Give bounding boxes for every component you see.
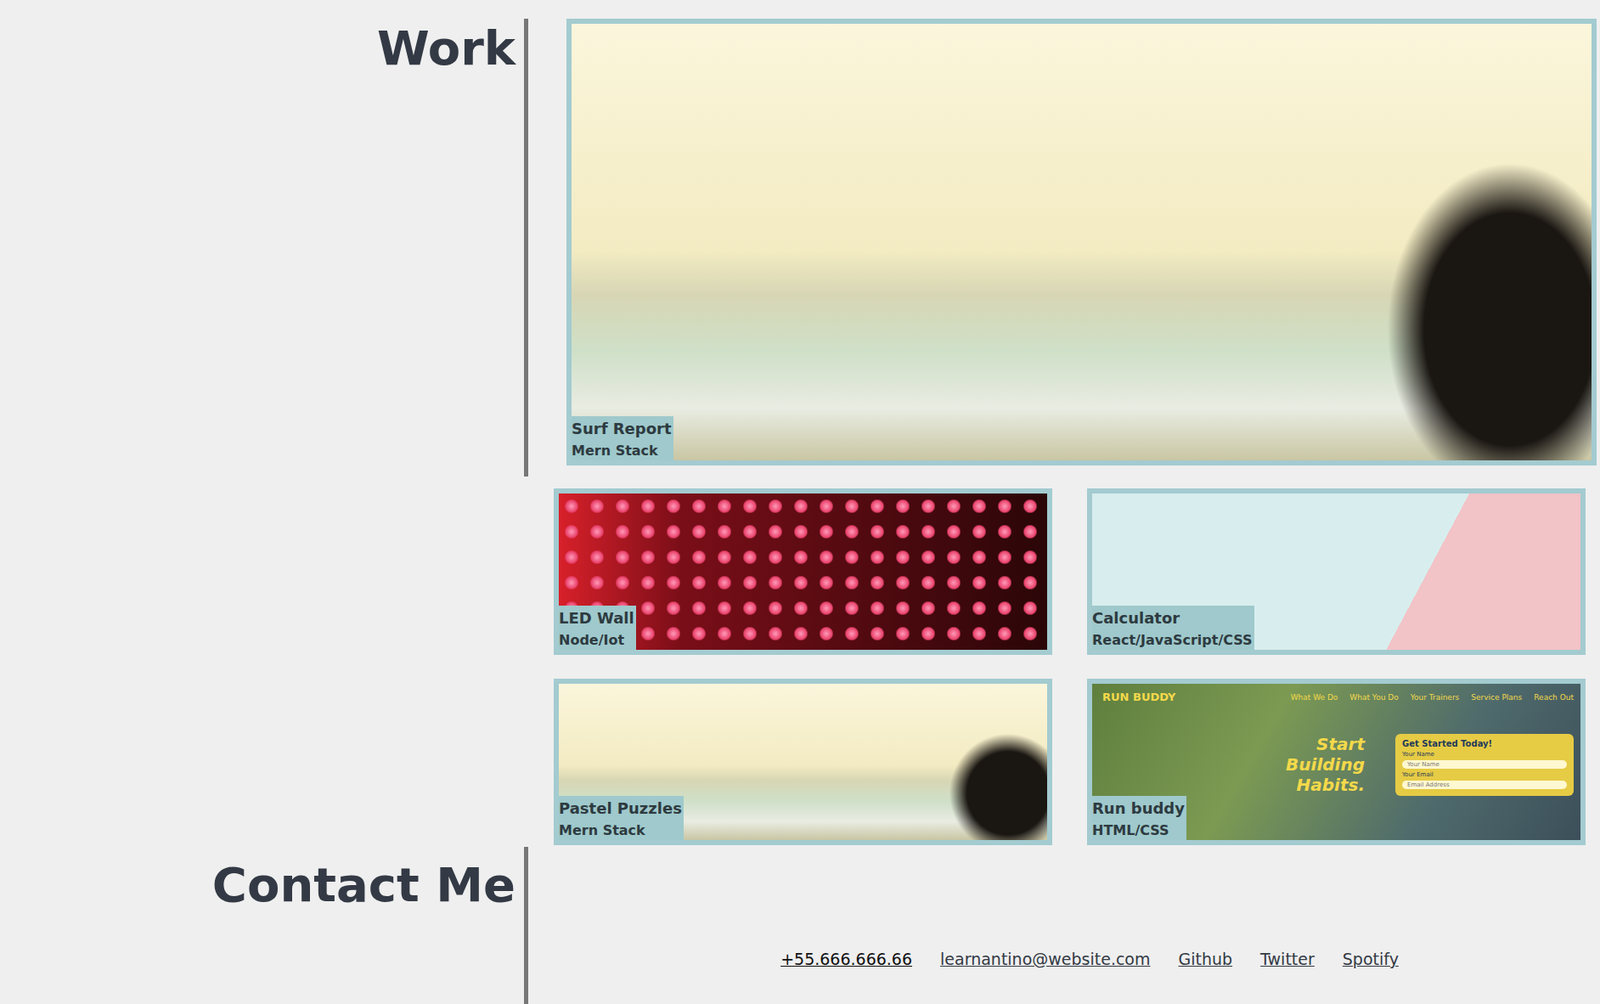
portfolio-page: Work Surf Report Mern Stack LED Wall Node/Io… — [0, 0, 1600, 1004]
site-nav-item: What We Do — [1290, 692, 1339, 702]
site-nav-item: Reach Out — [1533, 692, 1574, 702]
project-grid: LED Wall Node/Iot Calculator React/JavaScri… — [553, 488, 1600, 846]
site-body: Start Building Habits. Get Started Today!… — [1102, 733, 1574, 796]
site-brand: RUN BUDDY — [1102, 690, 1177, 704]
project-stack: Node/Iot — [558, 631, 635, 648]
contact-link[interactable]: Spotify — [1342, 949, 1399, 969]
project-card[interactable]: LED Wall Node/Iot — [553, 488, 1053, 655]
featured-project-card[interactable]: Surf Report Mern Stack — [566, 18, 1597, 466]
work-featured: Surf Report Mern Stack — [528, 18, 1600, 477]
project-card[interactable]: RUN BUDDY What We Do What You Do Your Train… — [1087, 678, 1586, 846]
project-title: Pastel Puzzles — [558, 799, 682, 817]
contact-link[interactable]: Twitter — [1260, 949, 1315, 969]
project-stack: Mern Stack — [571, 442, 672, 459]
project-title: Calculator — [1092, 608, 1253, 627]
work-heading: Work — [0, 18, 529, 477]
project-caption: Surf Report Mern Stack — [571, 416, 674, 461]
project-card[interactable]: Pastel Puzzles Mern Stack — [553, 678, 1053, 846]
project-caption: LED Wall Node/Iot — [558, 605, 637, 650]
site-field-label: Your Email — [1402, 771, 1567, 778]
site-nav-item: Service Plans — [1470, 692, 1522, 702]
site-form: Get Started Today!Your NameYour NameYour… — [1395, 733, 1574, 796]
site-nav-item: Your Trainers — [1410, 692, 1460, 702]
site-nav: RUN BUDDY What We Do What You Do Your Train… — [1102, 690, 1574, 704]
project-stack: HTML/CSS — [1092, 822, 1185, 839]
project-title: LED Wall — [558, 608, 635, 627]
contact-section: Contact Me +55.666.666.66 learnantino@webs… — [0, 846, 1600, 1004]
site-field-label: Your Name — [1402, 750, 1567, 758]
work-section: Work Surf Report Mern Stack — [0, 18, 1600, 477]
contact-heading: Contact Me — [0, 846, 529, 1004]
project-title: Run buddy — [1092, 799, 1185, 817]
project-caption: Pastel Puzzles Mern Stack — [558, 795, 684, 840]
project-caption: Calculator React/JavaScript/CSS — [1092, 605, 1255, 650]
site-nav-item: What You Do — [1349, 692, 1398, 702]
project-title: Surf Report — [571, 419, 672, 438]
contact-content: +55.666.666.66 learnantino@website.com Git… — [528, 846, 1600, 1004]
project-caption: Run buddy HTML/CSS — [1092, 795, 1187, 840]
project-card[interactable]: Calculator React/JavaScript/CSS — [1087, 488, 1586, 655]
contact-link[interactable]: +55.666.666.66 — [780, 949, 913, 969]
contact-link[interactable]: Github — [1178, 949, 1234, 969]
contact-link[interactable]: learnantino@website.com — [940, 949, 1150, 969]
project-stack: React/JavaScript/CSS — [1092, 631, 1253, 648]
contact-links: +55.666.666.66 learnantino@website.com Git… — [780, 949, 1399, 969]
project-stack: Mern Stack — [558, 822, 682, 839]
site-form-title: Get Started Today! — [1402, 738, 1567, 749]
site-field-input: Email Address — [1402, 780, 1567, 789]
site-field-input: Your Name — [1402, 760, 1567, 769]
site-headline: Start Building Habits. — [1237, 733, 1365, 796]
site-nav-list: What We Do What You Do Your Trainers Servic… — [1290, 692, 1574, 702]
